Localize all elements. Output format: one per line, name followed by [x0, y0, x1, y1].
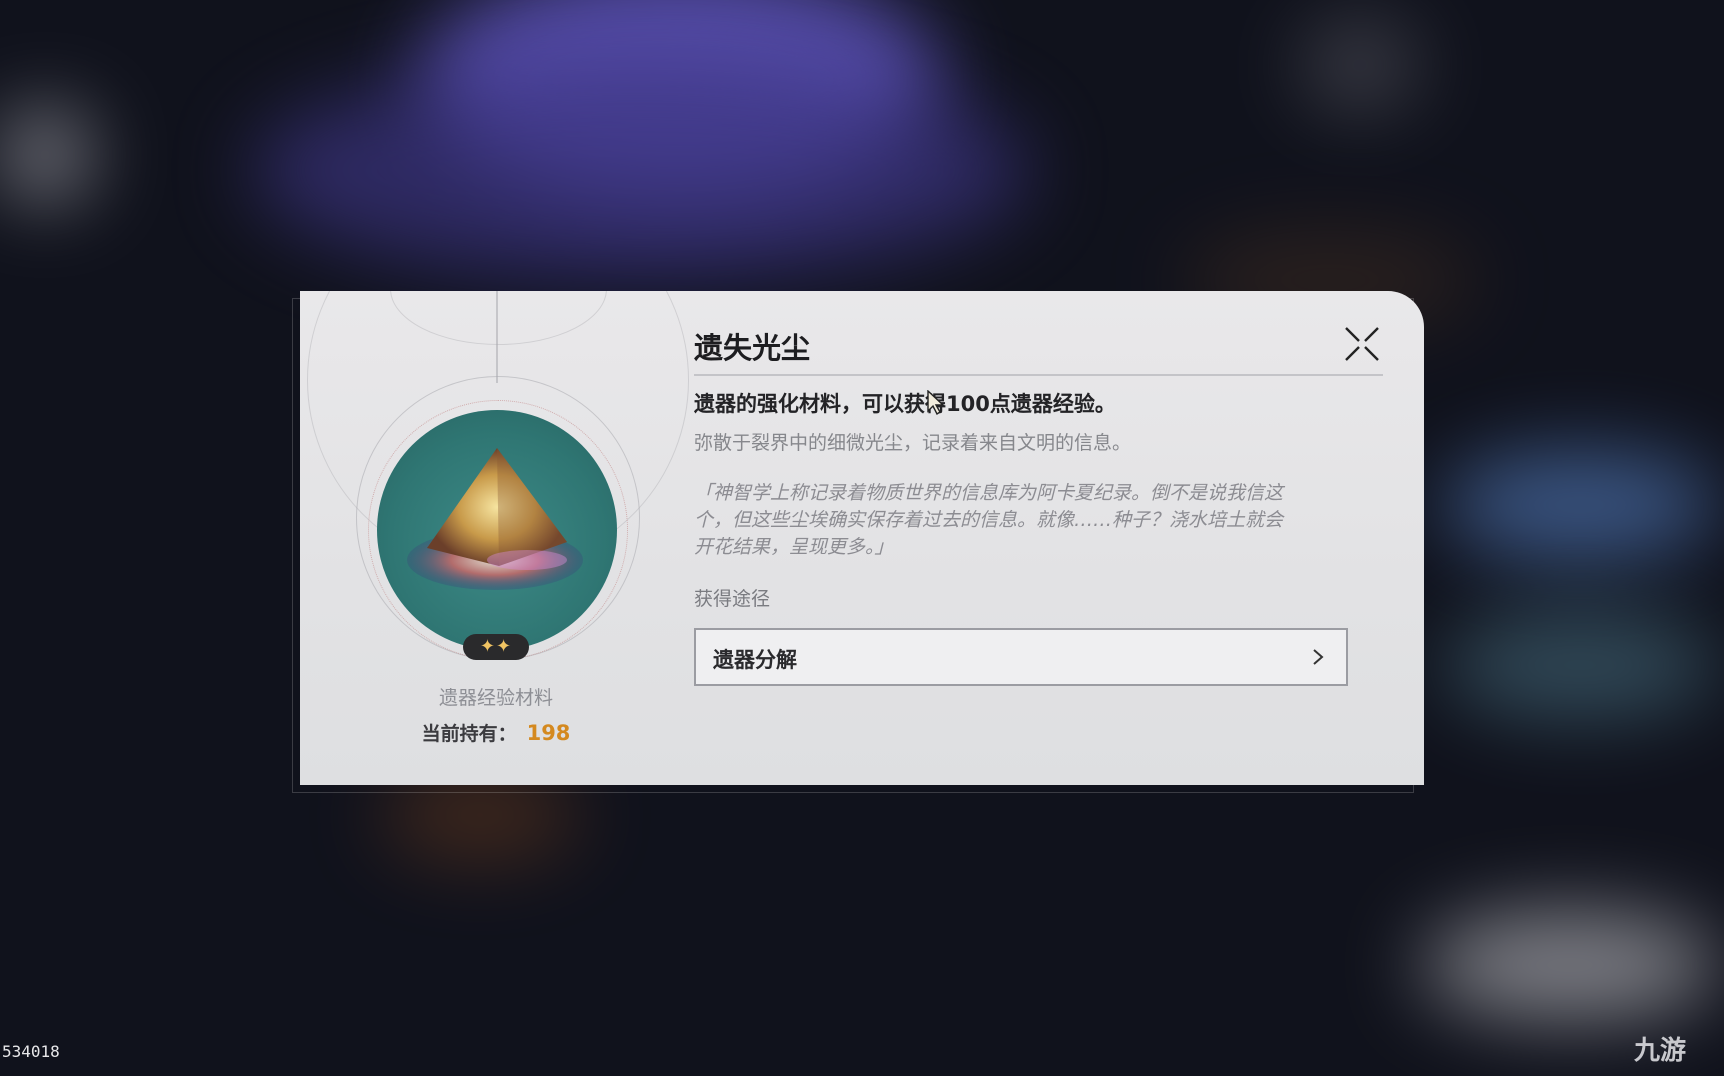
- lore-line: 个，但这些尘埃确实保存着过去的信息。就像……种子？浇水培土就会: [694, 509, 1284, 531]
- item-icon: [377, 410, 617, 650]
- lore-line: 「神智学上称记录着物质世界的信息库为阿卡夏纪录。倒不是说我信这: [694, 482, 1284, 504]
- site-watermark: 九游: [1634, 1036, 1687, 1066]
- close-icon: [1345, 327, 1379, 361]
- holding-count: 当前持有： 198: [396, 719, 596, 746]
- item-title: 遗失光尘: [694, 331, 811, 365]
- item-lore-quote: 「神智学上称记录着物质世界的信息库为阿卡夏纪录。倒不是说我信这 个，但这些尘埃确…: [694, 480, 1354, 561]
- chevron-right-icon: [1313, 649, 1324, 665]
- light-dust-pyramid-icon: [407, 448, 583, 590]
- holding-count-value: 198: [526, 721, 571, 745]
- source-relic-salvage-button[interactable]: 遗器分解: [694, 628, 1348, 686]
- item-description: 遗器的强化材料，可以获得100点遗器经验。: [694, 392, 1116, 416]
- holding-label: 当前持有：: [421, 723, 517, 745]
- mouse-cursor-icon: [927, 390, 945, 416]
- source-item-label: 遗器分解: [713, 648, 797, 672]
- item-subdescription: 弥散于裂界中的细微光尘，记录着来自文明的信息。: [694, 432, 1132, 454]
- frame-id-text: 534018: [2, 1042, 60, 1061]
- lore-line: 开花结果，呈现更多。」: [694, 536, 894, 558]
- obtain-source-label: 获得途径: [694, 588, 771, 610]
- item-detail-dialog: ✦✦ 遗器经验材料 当前持有： 198 遗失光尘 遗器的强化材料，可以获得100点…: [300, 291, 1424, 785]
- item-type-label: 遗器经验材料: [438, 687, 553, 709]
- decor-line: [496, 291, 498, 383]
- rarity-badge: ✦✦: [463, 634, 529, 660]
- title-divider: [694, 374, 1383, 376]
- close-button[interactable]: [1342, 324, 1382, 364]
